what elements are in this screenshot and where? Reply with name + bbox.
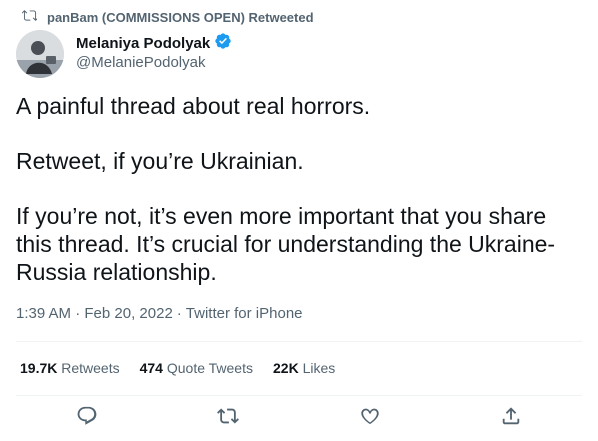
retweet-banner[interactable]: panBam (COMMISSIONS OPEN) Retweeted [21, 8, 314, 26]
divider [16, 341, 582, 342]
reply-button[interactable] [68, 399, 106, 437]
share-icon [500, 405, 522, 432]
retweet-banner-text[interactable]: panBam (COMMISSIONS OPEN) Retweeted [47, 10, 314, 25]
tweet-paragraph: Retweet, if you’re Ukrainian. [16, 148, 304, 174]
retweet-icon [217, 405, 240, 432]
quote-tweets-stat[interactable]: 474 Quote Tweets [140, 360, 253, 376]
tweet-text: A painful thread about real horrors. Ret… [16, 92, 582, 286]
retweets-stat[interactable]: 19.7K Retweets [20, 360, 120, 376]
avatar[interactable] [16, 30, 64, 78]
author-block[interactable]: Melaniya Podolyak @MelaniePodolyak [76, 32, 232, 71]
retweet-icon [21, 8, 39, 26]
tweet-actions [16, 396, 582, 440]
like-icon [359, 405, 381, 432]
likes-stat[interactable]: 22K Likes [273, 360, 335, 376]
tweet-source-link[interactable]: Twitter for iPhone [186, 305, 303, 322]
author-display-name[interactable]: Melaniya Podolyak [76, 35, 210, 52]
tweet-paragraph: A painful thread about real horrors. [16, 93, 371, 119]
tweet-time-link[interactable]: 1:39 AM · Feb 20, 2022 [16, 305, 173, 322]
verified-badge-icon [214, 32, 232, 55]
reply-icon [76, 405, 98, 432]
meta-separator: · [176, 305, 182, 322]
tweet-meta: 1:39 AM · Feb 20, 2022 · Twitter for iPh… [16, 305, 303, 322]
share-button[interactable] [492, 399, 530, 437]
retweet-button[interactable] [209, 399, 247, 437]
author-handle[interactable]: @MelaniePodolyak [76, 54, 232, 71]
tweet-stats: 19.7K Retweets 474 Quote Tweets 22K Like… [20, 360, 335, 376]
like-button[interactable] [351, 399, 389, 437]
tweet-paragraph: If you’re not, it’s even more important … [16, 203, 556, 285]
